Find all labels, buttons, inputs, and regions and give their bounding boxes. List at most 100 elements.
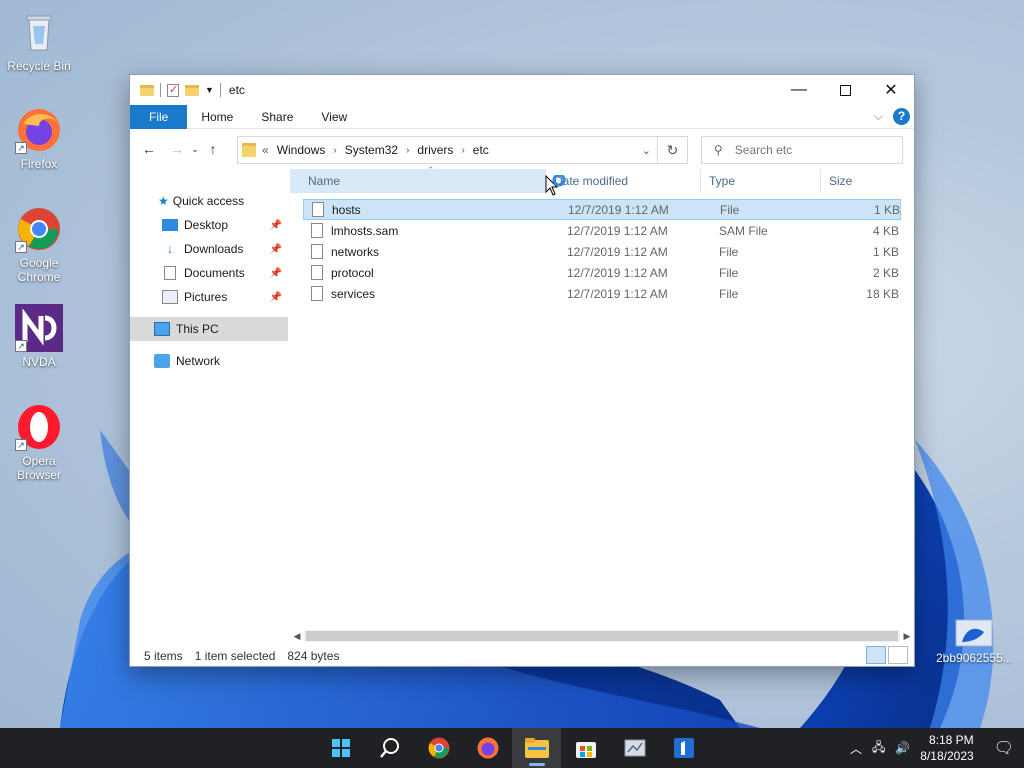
tab-view[interactable]: View <box>307 105 361 129</box>
help-icon[interactable]: ? <box>893 108 910 125</box>
breadcrumb-etc[interactable]: etc <box>473 143 489 157</box>
breadcrumb-system32[interactable]: System32 <box>345 143 398 157</box>
scroll-left-icon[interactable]: ◀ <box>290 631 304 642</box>
breadcrumb-overflow[interactable]: « <box>262 143 269 157</box>
new-folder-icon[interactable] <box>185 84 199 96</box>
chevron-right-icon[interactable]: › <box>333 145 336 156</box>
file-row-lmhosts[interactable]: lmhosts.sam 12/7/2019 1:12 AM SAM File 4… <box>303 220 901 241</box>
clock[interactable]: 8:18 PM 8/18/2023 <box>920 732 973 764</box>
nav-item-label: Downloads <box>184 242 244 256</box>
start-button[interactable] <box>316 728 365 768</box>
chevron-up-icon[interactable]: ︿ <box>850 740 862 757</box>
chevron-down-icon[interactable]: ⌄ <box>642 144 651 157</box>
taskbar-file-explorer[interactable] <box>512 728 561 768</box>
nav-item-documents[interactable]: Documents 📌 <box>130 261 288 285</box>
tab-home[interactable]: Home <box>187 105 247 129</box>
search-input[interactable] <box>734 143 885 157</box>
breadcrumb-windows[interactable]: Windows <box>277 143 326 157</box>
nav-item-pictures[interactable]: Pictures 📌 <box>130 285 288 309</box>
file-type: SAM File <box>719 223 768 238</box>
file-row-networks[interactable]: networks 12/7/2019 1:12 AM File 1 KB <box>303 241 901 262</box>
taskbar-search-button[interactable] <box>365 728 414 768</box>
notifications-icon[interactable]: 🗨 <box>994 738 1014 758</box>
column-header-name[interactable]: Name <box>290 169 546 193</box>
horizontal-scrollbar[interactable]: ◀ ▶ <box>290 629 914 643</box>
pin-icon[interactable]: 📌 <box>270 292 282 303</box>
nav-item-downloads[interactable]: ↓ Downloads 📌 <box>130 237 288 261</box>
column-header-size[interactable]: Size <box>821 169 901 193</box>
tab-share[interactable]: Share <box>247 105 307 129</box>
search-box[interactable]: ⚲ <box>701 136 903 164</box>
nav-item-this-pc[interactable]: This PC <box>130 317 288 341</box>
file-name: services <box>331 286 376 301</box>
windows-logo-icon <box>331 739 350 757</box>
volume-icon[interactable]: 🔊 <box>895 741 910 755</box>
file-name: protocol <box>331 265 374 280</box>
nav-item-desktop[interactable]: Desktop 📌 <box>130 213 288 237</box>
file-type: File <box>719 265 739 280</box>
nav-item-network[interactable]: Network <box>130 349 288 373</box>
pin-icon[interactable]: 📌 <box>270 244 282 255</box>
desktop-icon-google-chrome[interactable]: ↗ Google Chrome <box>1 205 77 284</box>
large-icons-view-button[interactable] <box>888 646 908 664</box>
file-list: ⌃ Name Date modified Type Size hosts 12/… <box>290 165 914 643</box>
scroll-thumb[interactable] <box>306 631 898 641</box>
network-status-icon[interactable]: 🖧 <box>872 738 885 759</box>
close-button[interactable]: ✕ <box>868 75 914 105</box>
opera-icon: ↗ <box>15 403 63 451</box>
file-size: 2 KB <box>872 265 899 280</box>
file-row-protocol[interactable]: protocol 12/7/2019 1:12 AM File 2 KB <box>303 262 901 283</box>
file-type: File <box>719 286 739 301</box>
file-type: File <box>720 202 740 217</box>
file-row-services[interactable]: services 12/7/2019 1:12 AM File 18 KB <box>303 283 901 304</box>
properties-icon[interactable] <box>167 83 179 97</box>
pin-icon[interactable]: 📌 <box>270 220 282 231</box>
status-bar: 5 items 1 item selected 824 bytes <box>130 646 914 666</box>
documents-icon <box>164 266 176 280</box>
taskbar-app-window[interactable] <box>610 728 659 768</box>
firefox-icon <box>477 737 498 759</box>
column-header-date-modified[interactable]: Date modified <box>546 169 701 193</box>
file-row-hosts[interactable]: hosts 12/7/2019 1:12 AM File 1 KB <box>303 199 901 220</box>
breadcrumb-drivers[interactable]: drivers <box>417 143 453 157</box>
column-header-type[interactable]: Type <box>701 169 821 193</box>
window-title: etc <box>228 83 245 97</box>
customize-toolbar-icon[interactable]: ▼ <box>205 85 214 95</box>
scroll-right-icon[interactable]: ▶ <box>900 631 914 642</box>
minimize-button[interactable]: — <box>776 75 822 105</box>
taskbar-store[interactable] <box>561 728 610 768</box>
refresh-button[interactable]: ↻ <box>658 136 688 164</box>
chevron-right-icon[interactable]: › <box>461 145 464 156</box>
file-date: 12/7/2019 1:12 AM <box>567 286 668 301</box>
back-arrow-icon[interactable]: ← <box>138 141 160 157</box>
folder-icon <box>242 143 256 157</box>
forward-arrow-icon[interactable]: → <box>166 141 188 157</box>
maximize-icon <box>839 84 851 96</box>
chevron-right-icon[interactable]: › <box>406 145 409 156</box>
desktop-icon-label: Opera Browser <box>16 454 61 482</box>
nav-item-label: Pictures <box>184 290 228 304</box>
details-view-button[interactable] <box>866 646 886 664</box>
desktop-icon-label: Recycle Bin <box>7 59 71 73</box>
taskbar-app[interactable] <box>659 728 708 768</box>
up-arrow-icon[interactable]: ↑ <box>202 141 224 157</box>
file-icon <box>311 223 323 238</box>
pin-icon[interactable]: 📌 <box>270 268 282 279</box>
desktop-icon-recycle-bin[interactable]: Recycle Bin <box>1 8 77 73</box>
expand-ribbon-icon[interactable]: ⌵ <box>874 109 883 124</box>
taskbar-firefox[interactable] <box>463 728 512 768</box>
address-bar[interactable]: « Windows › System32 › drivers › etc ⌄ <box>237 136 658 164</box>
scroll-track[interactable] <box>304 630 900 642</box>
tab-file[interactable]: File <box>130 104 188 129</box>
recent-locations-icon[interactable]: ⌄ <box>188 144 202 155</box>
desktop-icon-nvda[interactable]: ↗ NVDA <box>1 304 77 369</box>
file-explorer-window[interactable]: ▼ etc — ✕ File Home Share View ⌵ ? ← → ⌄… <box>129 74 915 667</box>
taskbar-chrome[interactable] <box>414 728 463 768</box>
desktop-icon-firefox[interactable]: ↗ Firefox <box>1 106 77 171</box>
maximize-button[interactable] <box>822 75 868 105</box>
nav-item-quick-access[interactable]: ★ Quick access <box>130 189 288 213</box>
desktop-icon-opera[interactable]: ↗ Opera Browser <box>1 403 77 482</box>
title-bar[interactable]: ▼ etc — ✕ <box>130 75 914 105</box>
desktop-icon-image-file[interactable]: 2bb9062555... <box>936 618 1013 665</box>
nvda-icon: ↗ <box>15 304 63 352</box>
